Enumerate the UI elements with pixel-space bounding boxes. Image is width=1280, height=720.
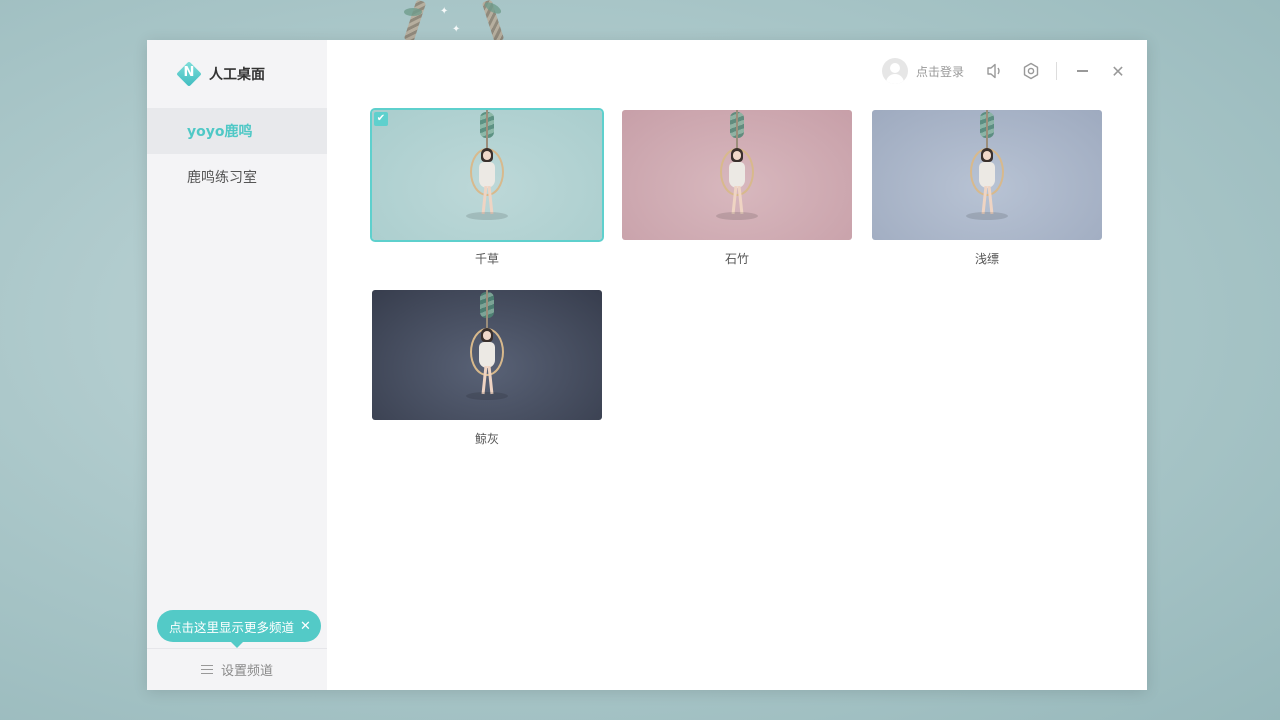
app-window: N 人工桌面 yoyo鹿鸣 鹿鸣练习室 点击这里显示更多频道 ✕ 设置频道 点击… [147,40,1147,690]
minimize-icon[interactable] [1073,62,1091,80]
title-bar: 点击登录 ✕ [881,56,1127,86]
tooltip-close-icon[interactable]: ✕ [300,619,311,634]
sidebar-item-practice-room[interactable]: 鹿鸣练习室 [147,154,327,200]
wallpaper-name: 浅缥 [974,252,999,266]
selected-check-icon: ✔ [374,112,388,126]
toolbar-divider [1056,62,1057,80]
wallpaper-thumbnail[interactable] [372,290,602,420]
volume-icon[interactable] [984,60,1006,82]
wallpaper-thumbnail[interactable]: ✔ [370,108,604,242]
settings-icon[interactable] [1020,60,1042,82]
set-channel-button[interactable]: 设置频道 [147,648,327,690]
wallpaper-card-qianpiao[interactable]: 浅缥 [872,110,1102,267]
wallpaper-card-qiancao[interactable]: ✔ 千草 [370,108,604,267]
wallpaper-thumbnail[interactable] [622,110,852,240]
set-channel-label: 设置频道 [220,664,273,679]
login-link[interactable]: 点击登录 [916,63,964,80]
wallpaper-card-shizhu[interactable]: 石竹 [622,110,852,267]
wallpaper-name: 千草 [474,252,499,266]
wallpaper-card-jinghui[interactable]: 鲸灰 [372,290,602,447]
avatar-icon[interactable] [881,58,908,84]
diamond-logo-icon: N [176,61,202,87]
brand: N 人工桌面 [147,40,327,108]
more-channels-tooltip: 点击这里显示更多频道 ✕ [157,610,321,648]
wallpaper-name: 石竹 [724,252,749,266]
sidebar-item-yoyo[interactable]: yoyo鹿鸣 [147,108,327,154]
app-title: 人工桌面 [209,67,265,83]
main-panel: 点击登录 ✕ ✔ 千草 石竹 浅缥 鲸灰 [327,40,1147,690]
wallpaper-thumbnail[interactable] [872,110,1102,240]
close-icon[interactable]: ✕ [1109,62,1127,81]
wallpaper-name: 鲸灰 [474,432,499,446]
sidebar: N 人工桌面 yoyo鹿鸣 鹿鸣练习室 点击这里显示更多频道 ✕ 设置频道 [147,40,327,690]
tooltip-text: 点击这里显示更多频道 [169,619,295,635]
menu-icon [200,662,213,677]
